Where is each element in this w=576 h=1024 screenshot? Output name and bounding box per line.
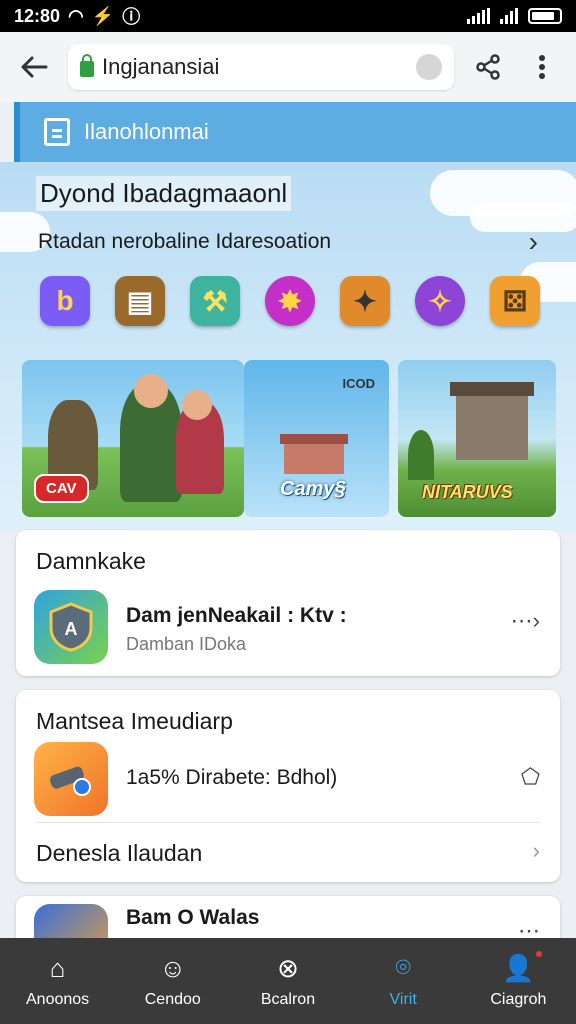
- star-game-icon[interactable]: ✸: [265, 276, 315, 326]
- card-title: Mantsea Imeudiarp: [36, 708, 233, 734]
- battery-icon: [528, 8, 562, 24]
- cloud-decoration: [470, 202, 576, 232]
- palm-tree-decoration: [408, 430, 434, 480]
- roof-decoration: [280, 434, 348, 444]
- notification-dot: [536, 951, 543, 957]
- magic-game-icon[interactable]: ✧: [415, 276, 465, 326]
- share-icon[interactable]: [468, 47, 508, 87]
- signal-2-icon: [500, 8, 518, 24]
- document-icon: [44, 118, 70, 146]
- nav-profile[interactable]: 👤 Ciagroh: [468, 951, 568, 1009]
- chevron-right-icon[interactable]: ›: [533, 838, 540, 864]
- lock-icon: [80, 54, 94, 77]
- person-icon: 👤: [502, 952, 535, 983]
- banner-tag: ICOD: [342, 376, 376, 391]
- app-subtitle: Damban IDoka: [126, 634, 247, 654]
- wifi-icon: ◠: [68, 5, 84, 26]
- dice-game-icon[interactable]: ⚄: [490, 276, 540, 326]
- game-icon-row: b ▤ ⚒ ✸ ✦ ✧ ⚄: [40, 276, 540, 326]
- nav-label: Bcalron: [260, 991, 316, 1008]
- nav-label: Ciagroh: [490, 991, 547, 1008]
- hero-section: Dyond Ibadagmaaonl Rtadan nerobaline Ida…: [0, 162, 576, 532]
- nav-home[interactable]: ⌂ Anoonos: [8, 953, 108, 1009]
- character-face: [182, 390, 212, 420]
- nav-label: Anoonos: [26, 991, 90, 1008]
- divider: [36, 822, 540, 823]
- bottom-navigation: ⌂ Anoonos ☺ Cendoo ⊗ Bcalron ⌾ Virit 👤 C…: [0, 938, 576, 1024]
- signal-icon: [467, 8, 490, 24]
- hero-subtitle-link[interactable]: Rtadan nerobaline Idaresoation: [38, 230, 331, 254]
- building-decoration: [456, 390, 528, 460]
- banner-title: NITARUVS: [422, 482, 513, 502]
- svg-text:A: A: [65, 619, 78, 639]
- close-circle-icon: ⊗: [277, 952, 299, 983]
- barrel-game-icon[interactable]: ▤: [115, 276, 165, 326]
- target-icon: ⌾: [395, 952, 411, 982]
- game-banner-soldiers[interactable]: CAV: [22, 360, 244, 517]
- hero-title: Dyond Ibadagmaaonl: [36, 176, 292, 211]
- url-bar[interactable]: Ingjanansiai: [68, 44, 454, 90]
- game-banner-village[interactable]: NITARUVS: [398, 360, 556, 517]
- banner-title: Camy§: [280, 478, 346, 500]
- game-banner-camp[interactable]: ICOD Camy§: [244, 360, 389, 517]
- home-icon: ⌂: [49, 952, 66, 983]
- pin-icon[interactable]: ⬠: [521, 764, 540, 790]
- downloads-card: Damnkake A Dam jenNeakail : Ktv : Damban…: [16, 530, 560, 676]
- nav-label: Cendoo: [144, 991, 201, 1008]
- overflow-menu-icon[interactable]: [522, 47, 562, 87]
- b-app-icon[interactable]: b: [40, 276, 90, 326]
- nfc-icon: ⚡: [91, 5, 115, 26]
- site-header: Ilanohlonmai: [14, 102, 576, 162]
- banner-badge: CAV: [34, 474, 89, 503]
- app-progress-text: 1a5% Dirabete: Bdhol): [126, 766, 338, 789]
- character-face: [134, 374, 168, 408]
- app-name[interactable]: Bam O Walas: [126, 906, 259, 930]
- cannon-app-icon[interactable]: [34, 742, 108, 816]
- building-decoration: [284, 442, 344, 474]
- nav-visit[interactable]: ⌾ Virit: [353, 952, 453, 1009]
- face-icon: ☺: [159, 952, 187, 983]
- back-arrow-icon[interactable]: [14, 47, 54, 87]
- more-options-icon[interactable]: ⋯›: [511, 608, 540, 634]
- nav-games[interactable]: ☺ Cendoo: [123, 953, 223, 1009]
- status-time: 12:80: [14, 5, 61, 26]
- manage-link[interactable]: Denesla Ilaudan: [36, 840, 202, 867]
- nav-search[interactable]: ⊗ Bcalron: [238, 953, 338, 1009]
- browser-toolbar: Ingjanansiai: [0, 32, 576, 102]
- manage-card: Mantsea Imeudiarp 1a5% Dirabete: Bdhol) …: [16, 690, 560, 882]
- roof-decoration: [450, 382, 534, 396]
- chevron-right-icon[interactable]: ›: [529, 226, 538, 258]
- voice-search-icon[interactable]: [416, 54, 442, 80]
- status-bar: 12:80 ◠ ⚡ ⓘ: [0, 0, 576, 32]
- app-name[interactable]: Dam jenNeakail : Ktv :: [126, 604, 347, 628]
- shield-app-icon[interactable]: A: [34, 590, 108, 664]
- card-title: Damnkake: [36, 548, 146, 574]
- url-text[interactable]: Ingjanansiai: [102, 54, 408, 80]
- alert-icon: ⓘ: [122, 7, 141, 27]
- gun-game-icon[interactable]: ✦: [340, 276, 390, 326]
- nav-label: Virit: [389, 991, 417, 1008]
- hammer-game-icon[interactable]: ⚒: [190, 276, 240, 326]
- site-header-title: Ilanohlonmai: [84, 119, 209, 144]
